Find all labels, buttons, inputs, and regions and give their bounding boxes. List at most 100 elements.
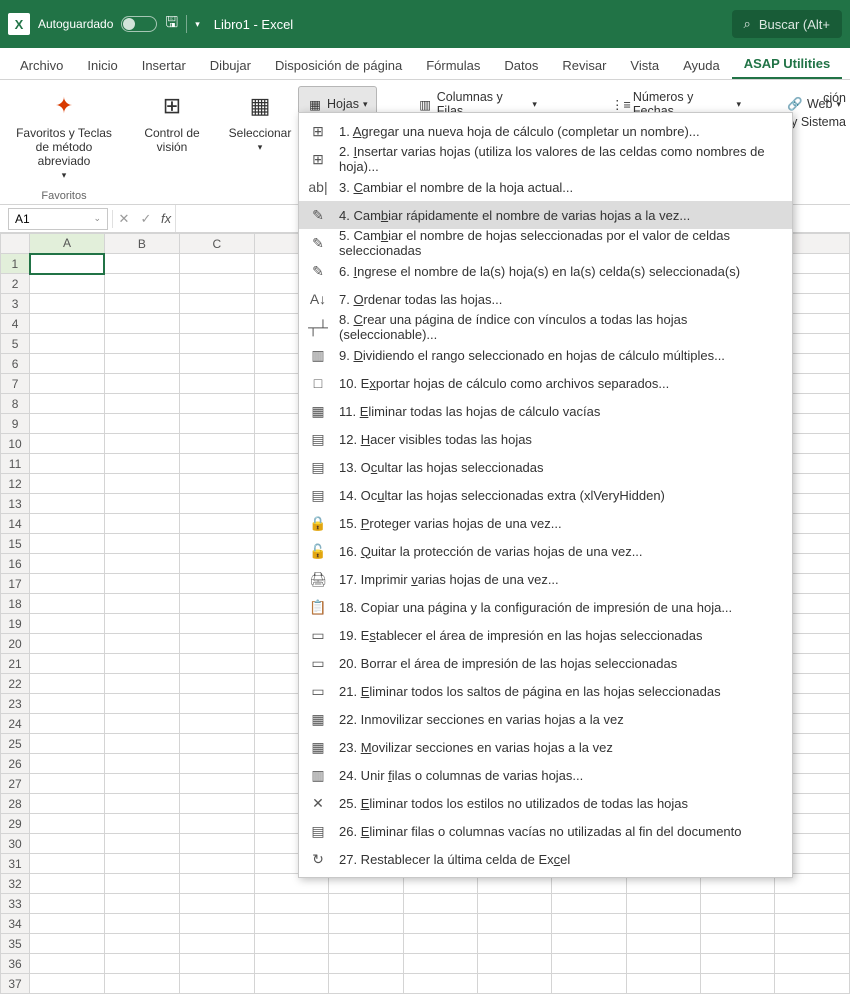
cell[interactable] (403, 894, 477, 914)
cell[interactable] (30, 954, 105, 974)
cell[interactable] (477, 914, 551, 934)
cell[interactable] (775, 954, 850, 974)
cell[interactable] (30, 494, 105, 514)
cell[interactable] (104, 474, 179, 494)
row-header-25[interactable]: 25 (1, 734, 30, 754)
tab-vista[interactable]: Vista (618, 52, 671, 79)
tab-asap-utilities[interactable]: ASAP Utilities (732, 50, 842, 79)
row-header-9[interactable]: 9 (1, 414, 30, 434)
cell[interactable] (104, 394, 179, 414)
cell[interactable] (403, 974, 477, 994)
cell[interactable] (104, 334, 179, 354)
cell[interactable] (701, 974, 775, 994)
row-header-5[interactable]: 5 (1, 334, 30, 354)
cell[interactable] (30, 894, 105, 914)
cell[interactable] (775, 974, 850, 994)
cell[interactable] (104, 654, 179, 674)
tab-fórmulas[interactable]: Fórmulas (414, 52, 492, 79)
cell[interactable] (30, 434, 105, 454)
row-header-1[interactable]: 1 (1, 254, 30, 274)
cell[interactable] (30, 914, 105, 934)
row-header-14[interactable]: 14 (1, 514, 30, 534)
cell[interactable] (179, 274, 254, 294)
cell[interactable] (30, 834, 105, 854)
row-header-21[interactable]: 21 (1, 654, 30, 674)
cell[interactable] (477, 974, 551, 994)
cell[interactable] (403, 954, 477, 974)
cell[interactable] (179, 574, 254, 594)
cell[interactable] (179, 794, 254, 814)
cell[interactable] (254, 974, 328, 994)
menu-item-23[interactable]: ▦23. Movilizar secciones en varias hojas… (299, 733, 792, 761)
tab-datos[interactable]: Datos (492, 52, 550, 79)
cell[interactable] (30, 854, 105, 874)
cell[interactable] (775, 894, 850, 914)
row-header-17[interactable]: 17 (1, 574, 30, 594)
menu-item-11[interactable]: ▦11. Eliminar todas las hojas de cálculo… (299, 397, 792, 425)
cell[interactable] (179, 294, 254, 314)
save-icon[interactable]: 🖫 (165, 12, 178, 37)
row-header-11[interactable]: 11 (1, 454, 30, 474)
row-header-18[interactable]: 18 (1, 594, 30, 614)
autosave-toggle[interactable] (121, 16, 157, 32)
cell[interactable] (30, 274, 105, 294)
cell[interactable] (403, 934, 477, 954)
row-header-15[interactable]: 15 (1, 534, 30, 554)
cell[interactable] (104, 874, 179, 894)
cell[interactable] (104, 974, 179, 994)
name-box[interactable]: A1 ⌄ (8, 208, 108, 230)
cell[interactable] (30, 474, 105, 494)
cell[interactable] (179, 454, 254, 474)
cell[interactable] (552, 954, 626, 974)
menu-item-9[interactable]: ▥9. Dividiendo el rango seleccionado en … (299, 341, 792, 369)
cell[interactable] (30, 734, 105, 754)
cell[interactable] (254, 894, 328, 914)
cell[interactable] (477, 954, 551, 974)
row-header-20[interactable]: 20 (1, 634, 30, 654)
cell[interactable] (30, 294, 105, 314)
col-header-B[interactable]: B (104, 234, 179, 254)
cell[interactable] (104, 294, 179, 314)
cell[interactable] (104, 614, 179, 634)
cell[interactable] (775, 914, 850, 934)
cell[interactable] (104, 694, 179, 714)
row-header-28[interactable]: 28 (1, 794, 30, 814)
row-header-10[interactable]: 10 (1, 434, 30, 454)
cell[interactable] (30, 654, 105, 674)
cell[interactable] (179, 414, 254, 434)
cell[interactable] (104, 734, 179, 754)
cell[interactable] (30, 634, 105, 654)
cell[interactable] (104, 834, 179, 854)
cell[interactable] (626, 914, 700, 934)
tab-inicio[interactable]: Inicio (75, 52, 129, 79)
row-header-29[interactable]: 29 (1, 814, 30, 834)
cell[interactable] (30, 414, 105, 434)
menu-item-24[interactable]: ▥24. Unir filas o columnas de varias hoj… (299, 761, 792, 789)
cell[interactable] (179, 734, 254, 754)
cell[interactable] (104, 534, 179, 554)
cell[interactable] (30, 794, 105, 814)
vision-control-button[interactable]: ⊞ Control de visión (136, 86, 208, 158)
cell[interactable] (626, 954, 700, 974)
cell[interactable] (104, 714, 179, 734)
qat-dropdown-icon[interactable]: ▾ (195, 19, 200, 30)
cell[interactable] (179, 254, 254, 274)
cell[interactable] (701, 934, 775, 954)
menu-item-1[interactable]: ⊞1. Agregar una nueva hoja de cálculo (c… (299, 117, 792, 145)
col-header-A[interactable]: A (30, 234, 105, 254)
cell[interactable] (104, 794, 179, 814)
menu-item-2[interactable]: ⊞2. Insertar varias hojas (utiliza los v… (299, 145, 792, 173)
row-header-32[interactable]: 32 (1, 874, 30, 894)
row-header-37[interactable]: 37 (1, 974, 30, 994)
row-header-36[interactable]: 36 (1, 954, 30, 974)
cell[interactable] (30, 714, 105, 734)
row-header-3[interactable]: 3 (1, 294, 30, 314)
cell[interactable] (104, 554, 179, 574)
cell[interactable] (701, 894, 775, 914)
row-header-35[interactable]: 35 (1, 934, 30, 954)
row-header-34[interactable]: 34 (1, 914, 30, 934)
menu-item-13[interactable]: ▤13. Ocultar las hojas seleccionadas (299, 453, 792, 481)
cell[interactable] (179, 894, 254, 914)
cell[interactable] (179, 714, 254, 734)
cell[interactable] (701, 914, 775, 934)
